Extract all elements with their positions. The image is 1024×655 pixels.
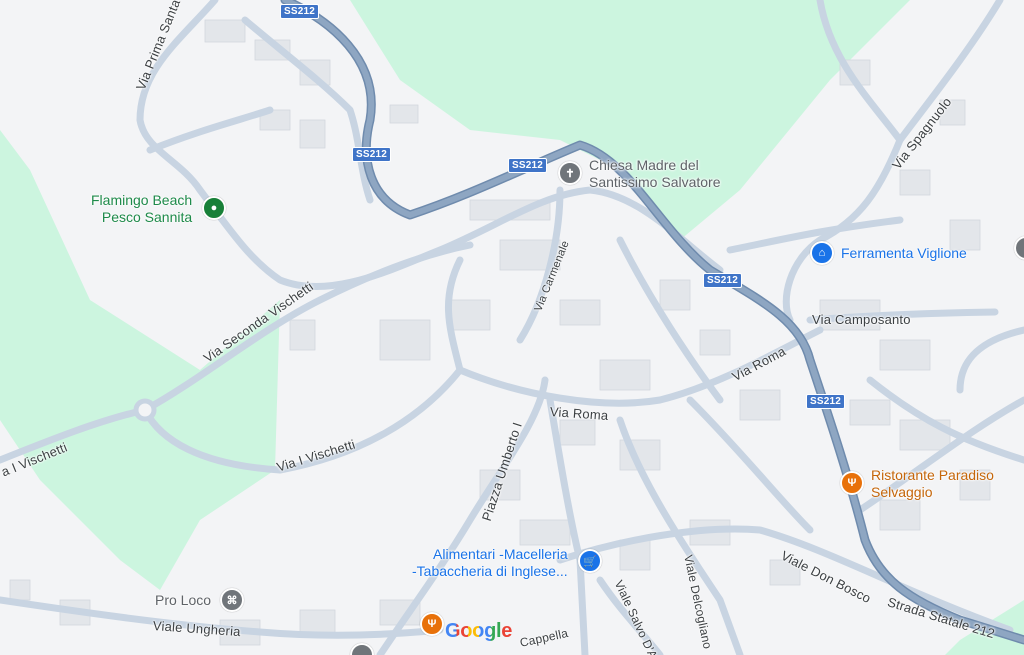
poi-ristorante-line1: Ristorante Paradiso — [871, 467, 994, 483]
poi-label-alimentari[interactable]: Alimentari -Macelleria -Tabaccheria di I… — [412, 546, 568, 580]
route-shield-ss212: SS212 — [806, 394, 846, 409]
poi-chiesa-line1: Chiesa Madre del — [589, 157, 699, 173]
landmark-icon[interactable]: ⌘ — [220, 588, 244, 612]
google-logo: Google — [445, 620, 512, 643]
poi-flamingo-line1: Flamingo Beach — [91, 192, 193, 208]
shop-icon[interactable]: ⌂ — [810, 241, 834, 265]
poi-flamingo-line2: Pesco Sannita — [101, 209, 193, 225]
route-shield-ss212: SS212 — [352, 147, 392, 162]
poi-label-ristorante[interactable]: Ristorante Paradiso Selvaggio — [871, 467, 994, 501]
poi-ristorante-line2: Selvaggio — [871, 484, 933, 500]
poi-label-chiesa[interactable]: Chiesa Madre del Santissimo Salvatore — [589, 157, 721, 191]
park-icon[interactable]: ● — [202, 196, 226, 220]
restaurant-icon[interactable]: Ψ — [420, 612, 444, 636]
google-logo-text: Google — [445, 620, 513, 642]
shopping-cart-icon[interactable]: 🛒 — [578, 549, 602, 573]
poi-chiesa-line2: Santissimo Salvatore — [589, 174, 721, 190]
street-label-via-camposanto: Via Camposanto — [812, 312, 911, 327]
map-canvas[interactable]: Via Prima Santa Via Spagnuolo Via Carmen… — [0, 0, 1024, 655]
roundabout — [133, 398, 157, 422]
route-shield-ss212: SS212 — [280, 4, 320, 19]
restaurant-icon[interactable]: Ψ — [840, 471, 864, 495]
poi-label-flamingo[interactable]: Flamingo Beach Pesco Sannita — [91, 192, 192, 226]
poi-label-ferramenta[interactable]: Ferramenta Viglione — [841, 245, 967, 262]
poi-alimentari-line2: -Tabaccheria di Inglese... — [412, 563, 568, 579]
cross-icon[interactable]: ✝ — [558, 161, 582, 185]
route-shield-ss212: SS212 — [703, 273, 743, 288]
poi-label-proloco[interactable]: Pro Loco — [155, 592, 211, 609]
poi-alimentari-line1: Alimentari -Macelleria — [433, 546, 568, 562]
route-shield-ss212: SS212 — [508, 158, 548, 173]
